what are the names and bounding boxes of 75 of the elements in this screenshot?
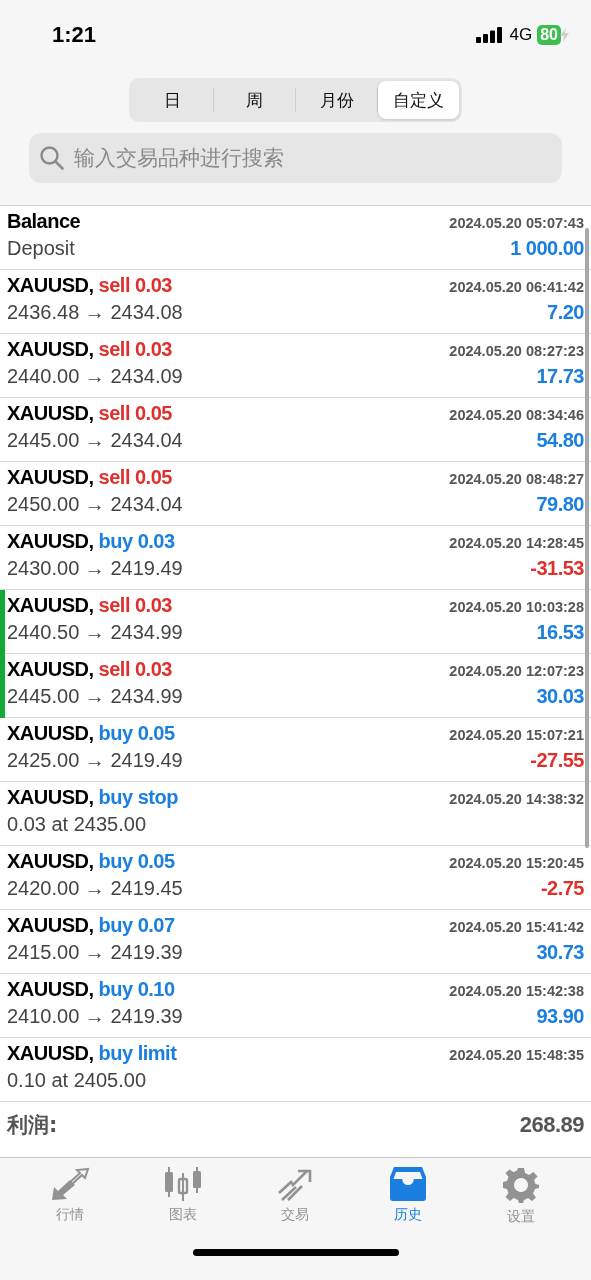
row-amount: 30.73: [536, 941, 584, 964]
row-detail: 0.03 at 2435.00: [7, 813, 146, 836]
tab-bar-item[interactable]: 历史: [363, 1166, 454, 1241]
row-time: 2024.05.20 15:48:35: [449, 1047, 584, 1063]
signal-icon: [475, 27, 503, 43]
row-title: XAUUSD, sell 0.03: [7, 594, 172, 617]
row-time: 2024.05.20 10:03:28: [449, 599, 584, 615]
inbox-icon: [390, 1167, 427, 1201]
row-detail: 2445.00 → 2434.99: [7, 685, 183, 708]
diagonal-arrows-icon: [50, 1167, 91, 1201]
row-amount: 17.73: [536, 365, 584, 388]
candlestick-icon: [163, 1167, 202, 1201]
row-amount: -27.55: [530, 749, 584, 772]
row-amount: -31.53: [530, 557, 584, 580]
row-detail: 2420.00 → 2419.45: [7, 877, 183, 900]
row-title: XAUUSD, buy 0.10: [7, 978, 175, 1001]
period-tab[interactable]: 月份: [296, 81, 377, 119]
row-title: XAUUSD, sell 0.05: [7, 402, 172, 425]
search-field[interactable]: 输入交易品种进行搜索: [29, 133, 562, 183]
row-time: 2024.05.20 05:07:43: [449, 215, 584, 231]
status-time: 1:21: [52, 22, 97, 48]
row-time: 2024.05.20 15:42:38: [449, 983, 584, 999]
history-row[interactable]: XAUUSD, buy 0.05 2024.05.20 15:20:45 2420.00 → 2419.45 -2.75: [0, 846, 591, 910]
row-title: XAUUSD, sell 0.05: [7, 466, 172, 489]
row-time: 2024.05.20 14:28:45: [449, 535, 584, 551]
row-time: 2024.05.20 14:38:32: [449, 791, 584, 807]
row-amount: -2.75: [540, 877, 584, 900]
row-amount: 93.90: [536, 1005, 584, 1028]
row-detail: 2450.00 → 2434.04: [7, 493, 183, 516]
settings-icon: [502, 1167, 539, 1203]
row-title: XAUUSD, sell 0.03: [7, 658, 172, 681]
row-detail: 2440.00 → 2434.09: [7, 365, 183, 388]
row-time: 2024.05.20 15:41:42: [449, 919, 584, 935]
summary-value: 268.89: [519, 1112, 584, 1138]
history-row[interactable]: XAUUSD, buy 0.10 2024.05.20 15:42:38 2410.00 → 2419.39 93.90: [0, 974, 591, 1038]
row-title: XAUUSD, sell 0.03: [7, 274, 172, 297]
row-detail: 2436.48 → 2434.08: [7, 301, 183, 324]
row-detail: 2430.00 → 2419.49: [7, 557, 183, 580]
row-time: 2024.05.20 12:07:23: [449, 663, 584, 679]
row-detail: 2410.00 → 2419.39: [7, 1005, 183, 1028]
row-amount: 79.80: [536, 493, 584, 516]
row-title: XAUUSD, buy limit: [7, 1042, 177, 1065]
row-detail: 2415.00 → 2419.39: [7, 941, 183, 964]
row-time: 2024.05.20 08:27:23: [449, 343, 584, 359]
row-title: XAUUSD, sell 0.03: [7, 338, 172, 361]
row-amount: 30.03: [536, 685, 584, 708]
row-detail: 2425.00 → 2419.49: [7, 749, 183, 772]
row-detail: 0.10 at 2405.00: [7, 1069, 146, 1092]
row-detail: 2440.50 → 2434.99: [7, 621, 183, 644]
summary-label: 利润:: [7, 1112, 58, 1139]
row-amount: 7.20: [547, 301, 584, 324]
row-amount: 1 000.00: [510, 237, 584, 260]
row-detail: 2445.00 → 2434.04: [7, 429, 183, 452]
row-title: XAUUSD, buy 0.05: [7, 850, 175, 873]
network-label: 4G: [509, 25, 533, 45]
row-time: 2024.05.20 06:41:42: [449, 279, 584, 295]
period-tab[interactable]: 日: [132, 81, 213, 119]
row-title: Balance: [7, 210, 81, 233]
row-time: 2024.05.20 15:20:45: [449, 855, 584, 871]
row-title: XAUUSD, buy 0.03: [7, 530, 175, 553]
period-tab[interactable]: 自定义: [378, 81, 459, 119]
search-icon: [39, 145, 65, 171]
row-amount: 54.80: [536, 429, 584, 452]
row-title: XAUUSD, buy 0.07: [7, 914, 175, 937]
row-detail: Deposit: [7, 237, 75, 260]
period-tab[interactable]: 周: [214, 81, 295, 119]
row-amount: 16.53: [536, 621, 584, 644]
battery-level: 80: [537, 25, 561, 45]
row-time: 2024.05.20 15:07:21: [449, 727, 584, 743]
trend-arrow-icon: [277, 1167, 314, 1201]
row-time: 2024.05.20 08:48:27: [449, 471, 584, 487]
row-title: XAUUSD, buy 0.05: [7, 722, 175, 745]
row-title: XAUUSD, buy stop: [7, 786, 178, 809]
row-time: 2024.05.20 08:34:46: [449, 407, 584, 423]
history-row[interactable]: XAUUSD, buy 0.07 2024.05.20 15:41:42 2415.00 → 2419.39 30.73: [0, 910, 591, 974]
